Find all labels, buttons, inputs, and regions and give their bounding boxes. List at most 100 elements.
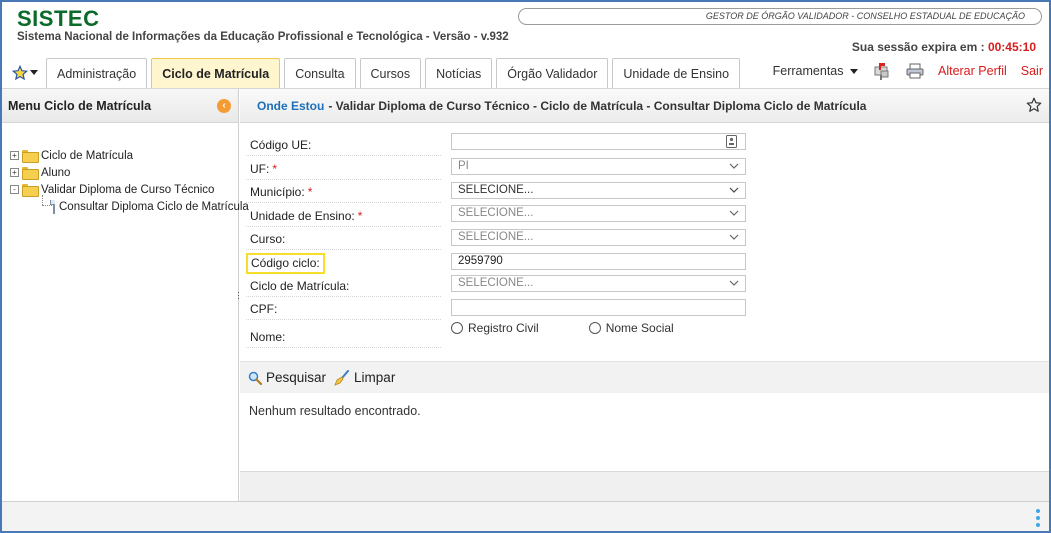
- codigo-ciclo-input[interactable]: 2959790: [451, 252, 746, 270]
- star-icon: [12, 65, 28, 81]
- more-options-icon[interactable]: [1036, 509, 1040, 527]
- tab-noticias[interactable]: Notícias: [425, 58, 493, 88]
- nome-label-text: Nome:: [250, 330, 286, 345]
- tab-ciclo-de-matricula[interactable]: Ciclo de Matrícula: [151, 58, 281, 88]
- form-actions: Pesquisar Limpar: [240, 361, 1049, 393]
- codigo-ue-input[interactable]: [451, 133, 746, 150]
- folder-icon: [22, 167, 39, 180]
- unidade-ensino-label: Unidade de Ensino: *: [246, 203, 441, 227]
- nome-radio-group: Registro Civil Nome Social: [451, 321, 674, 335]
- results-footer-bar: [240, 471, 1049, 501]
- tab-cursos[interactable]: Cursos: [359, 58, 422, 88]
- limpar-label: Limpar: [354, 370, 396, 385]
- ciclo-matricula-label: Ciclo de Matrícula:: [246, 273, 441, 297]
- unidade-ensino-select[interactable]: SELECIONE...: [451, 205, 746, 223]
- uf-select[interactable]: PI: [451, 158, 746, 176]
- required-mark: *: [357, 208, 363, 223]
- session-label: Sua sessão expira em :: [851, 40, 985, 54]
- app-subtitle: Sistema Nacional de Informações da Educa…: [17, 31, 509, 43]
- curso-select-value: SELECIONE...: [458, 230, 534, 243]
- radio-label: Registro Civil: [468, 321, 539, 336]
- pesquisar-button[interactable]: Pesquisar: [248, 370, 326, 385]
- codigo-ciclo-highlight: Código ciclo:: [246, 252, 325, 274]
- ferramentas-menu[interactable]: Ferramentas: [773, 64, 858, 78]
- main-content: Onde Estou - Validar Diploma de Curso Té…: [240, 89, 1049, 501]
- app-logo: SISTEC: [17, 6, 100, 31]
- folder-open-icon: [22, 184, 39, 197]
- alterar-perfil-link[interactable]: Alterar Perfil: [938, 64, 1007, 78]
- municipio-select-value: SELECIONE...: [458, 183, 534, 196]
- required-mark: *: [272, 161, 278, 176]
- chevron-down-icon: [729, 163, 739, 170]
- session-timer: Sua sessão expira em : 00:45:10: [852, 40, 1036, 54]
- broom-icon: [334, 369, 350, 386]
- ciclo-matricula-label-text: Ciclo de Matrícula:: [250, 278, 350, 293]
- tree-item-label: Ciclo de Matrícula: [41, 149, 134, 162]
- codigo-ue-label-text: Código UE:: [250, 138, 312, 153]
- sair-link[interactable]: Sair: [1021, 64, 1043, 78]
- caret-down-icon: [30, 70, 38, 75]
- radio-nome-social[interactable]: Nome Social: [588, 321, 674, 336]
- radio-circle[interactable]: [588, 322, 601, 335]
- breadcrumb-path: - Validar Diploma de Curso Técnico - Cic…: [328, 98, 867, 113]
- tree-item-validar-diploma[interactable]: - Validar Diploma de Curso Técnico: [10, 181, 238, 198]
- tree-item-ciclo-de-matricula[interactable]: + Ciclo de Matrícula: [10, 147, 238, 164]
- user-role-box: GESTOR DE ÓRGÃO VALIDADOR - CONSELHO EST…: [518, 8, 1042, 25]
- municipio-select[interactable]: SELECIONE...: [451, 181, 746, 199]
- mailbox-icon[interactable]: [872, 62, 892, 80]
- main-tabs: Administração Ciclo de Matrícula Consult…: [46, 58, 741, 88]
- ferramentas-label: Ferramentas: [772, 64, 844, 78]
- favorites-menu-button[interactable]: [12, 62, 44, 84]
- caret-down-icon: [849, 69, 858, 74]
- row-cpf: CPF:: [246, 297, 1046, 321]
- tree-item-label: Aluno: [41, 166, 71, 179]
- curso-label: Curso:: [246, 227, 441, 250]
- lookup-icon[interactable]: [726, 135, 737, 148]
- required-mark: *: [307, 185, 313, 200]
- radio-label: Nome Social: [605, 321, 674, 336]
- magnifier-icon: [248, 371, 262, 385]
- curso-select[interactable]: SELECIONE...: [451, 228, 746, 246]
- codigo-ue-label: Código UE:: [246, 133, 441, 157]
- unidade-ensino-select-value: SELECIONE...: [458, 207, 534, 220]
- bookmark-star-icon[interactable]: [1025, 96, 1043, 114]
- row-nome: Nome: Registro Civil Nome Social: [246, 320, 1046, 349]
- toolbar-right: Ferramentas Alterar Perfil Sair: [773, 62, 1043, 80]
- printer-icon[interactable]: [906, 63, 924, 79]
- tree-item-aluno[interactable]: + Aluno: [10, 164, 238, 181]
- page-footer: [2, 501, 1049, 531]
- curso-label-text: Curso:: [250, 231, 286, 246]
- tab-consulta[interactable]: Consulta: [284, 58, 356, 88]
- breadcrumb: Onde Estou - Validar Diploma de Curso Té…: [240, 89, 1049, 123]
- codigo-ciclo-label-text: Código ciclo:: [251, 256, 320, 271]
- collapse-sidebar-icon[interactable]: ‹: [217, 98, 231, 113]
- radio-registro-civil[interactable]: Registro Civil: [451, 321, 539, 335]
- row-uf: UF: * PI: [246, 156, 1046, 180]
- uf-label-text: UF:: [250, 161, 270, 176]
- chevron-down-icon: [729, 234, 739, 240]
- tree-item-label: Consultar Diploma Ciclo de Matrícula: [59, 200, 249, 213]
- tab-administracao[interactable]: Administração: [46, 58, 148, 88]
- sidebar-header: Menu Ciclo de Matrícula ‹: [2, 89, 238, 123]
- expand-icon[interactable]: +: [10, 151, 19, 160]
- pesquisar-label: Pesquisar: [266, 370, 327, 385]
- breadcrumb-where: Onde Estou: [257, 98, 325, 113]
- sidebar-title: Menu Ciclo de Matrícula: [8, 98, 152, 113]
- collapse-icon[interactable]: -: [10, 185, 19, 194]
- ciclo-matricula-select[interactable]: SELECIONE...: [451, 275, 746, 293]
- tree-connector: [42, 195, 43, 205]
- radio-circle[interactable]: [451, 322, 463, 335]
- tree-item-label: Validar Diploma de Curso Técnico: [41, 183, 215, 196]
- tab-unidade-de-ensino[interactable]: Unidade de Ensino: [612, 58, 741, 88]
- result-message: Nenhum resultado encontrado.: [249, 404, 421, 418]
- tree-item-consultar-diploma[interactable]: Consultar Diploma Ciclo de Matrícula: [10, 198, 249, 215]
- unidade-ensino-label-text: Unidade de Ensino:: [250, 208, 355, 223]
- cpf-input[interactable]: [451, 298, 746, 316]
- tab-orgao-validador[interactable]: Órgão Validador: [496, 58, 609, 88]
- chevron-down-icon: [729, 280, 739, 287]
- limpar-button[interactable]: Limpar: [334, 369, 396, 386]
- row-codigo-ue: Código UE:: [246, 133, 1046, 157]
- chevron-down-icon: [729, 187, 739, 193]
- tree-connector: [42, 205, 54, 206]
- expand-icon[interactable]: +: [10, 168, 19, 177]
